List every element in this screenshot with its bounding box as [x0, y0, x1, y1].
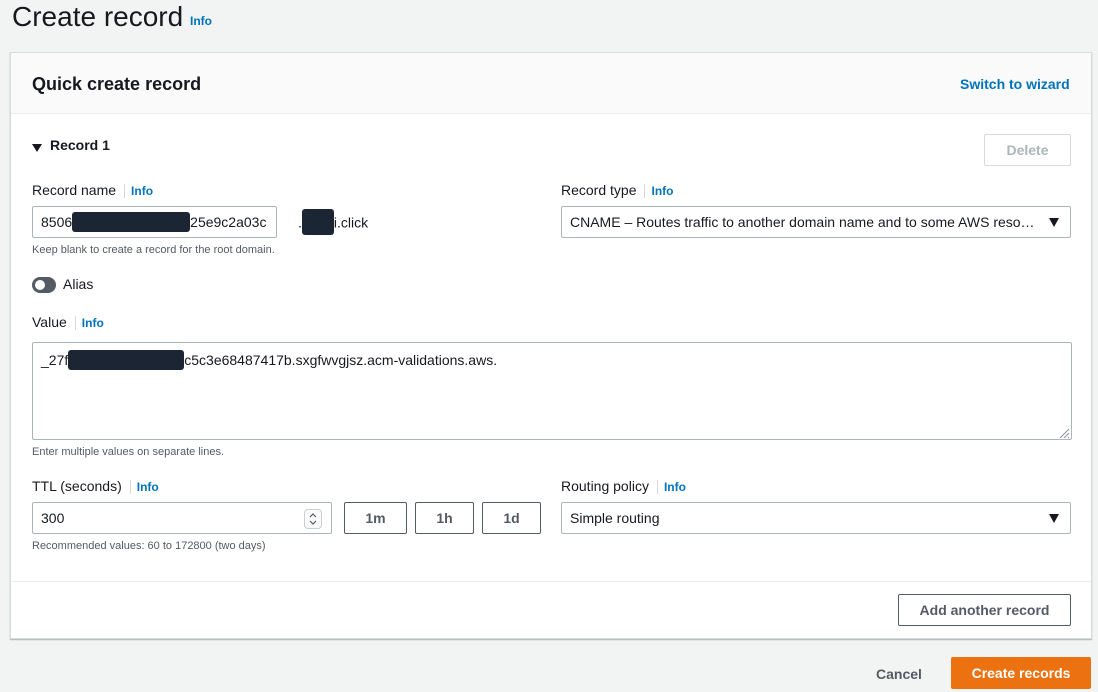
alias-toggle[interactable]	[32, 277, 56, 293]
record-name-label: Record name Info	[32, 182, 153, 199]
delete-button[interactable]: Delete	[984, 134, 1071, 166]
add-another-record-button[interactable]: Add another record	[898, 594, 1071, 626]
quick-create-card: Quick create record Switch to wizard Rec…	[10, 52, 1092, 639]
ttl-hint: Recommended values: 60 to 172800 (two da…	[32, 540, 266, 552]
ttl-preset-1m-button[interactable]: 1m	[344, 502, 407, 534]
record-domain-suffix: . i.click	[298, 209, 369, 235]
record-name-input[interactable]: 8506 25e9c2a03c	[32, 206, 277, 238]
redaction-block	[301, 209, 334, 235]
ttl-preset-1d-button[interactable]: 1d	[482, 502, 541, 534]
value-textarea[interactable]: _27f c5c3e68487417b.sxgfwvgjsz.acm-valida…	[32, 342, 1072, 440]
record-section-label[interactable]: Record 1	[50, 137, 110, 153]
card-divider	[11, 581, 1091, 582]
redaction-block	[68, 349, 185, 370]
value-label-text: Value	[32, 314, 67, 330]
redaction-block	[72, 212, 191, 233]
section-caret-icon[interactable]	[32, 140, 44, 152]
value-text-end: c5c3e68487417b.sxgfwvgjsz.acm-validation…	[184, 352, 498, 368]
domain-suffix: i.click	[333, 214, 369, 231]
ttl-stepper-icon[interactable]	[304, 509, 322, 529]
record-name-label-text: Record name	[32, 182, 117, 198]
textarea-resize-handle-icon[interactable]	[1058, 426, 1070, 444]
switch-to-wizard-link[interactable]: Switch to wizard	[960, 76, 1070, 92]
record-type-select[interactable]: CNAME – Routes traffic to another domain…	[561, 206, 1071, 238]
card-title: Quick create record	[32, 74, 202, 94]
ttl-input[interactable]: 300	[32, 502, 332, 534]
value-hint: Enter multiple values on separate lines.	[32, 446, 224, 458]
create-records-button[interactable]: Create records	[951, 657, 1091, 689]
value-text-start: _27f	[41, 352, 69, 368]
ttl-label: TTL (seconds) Info	[32, 478, 159, 495]
ttl-preset-1h-button[interactable]: 1h	[415, 502, 474, 534]
routing-policy-info-link[interactable]: Info	[664, 480, 686, 494]
cancel-button[interactable]: Cancel	[876, 666, 922, 682]
page-title: Create record	[12, 1, 184, 32]
record-type-label-text: Record type	[561, 182, 637, 198]
alias-label: Alias	[63, 276, 94, 292]
routing-policy-label: Routing policy Info	[561, 478, 686, 495]
record-type-info-link[interactable]: Info	[651, 184, 673, 198]
record-name-hint: Keep blank to create a record for the ro…	[32, 244, 275, 256]
value-info-link[interactable]: Info	[82, 316, 104, 330]
record-type-caret-icon	[1049, 218, 1059, 227]
ttl-info-link[interactable]: Info	[137, 480, 159, 494]
record-type-label: Record type Info	[561, 182, 673, 199]
record-type-selected: CNAME – Routes traffic to another domain…	[570, 214, 1035, 230]
page-info-link[interactable]: Info	[190, 14, 212, 28]
routing-policy-caret-icon	[1049, 514, 1059, 523]
record-name-value-end: 25e9c2a03c	[190, 214, 267, 230]
alias-toggle-knob	[35, 280, 45, 290]
record-name-value-start: 8506	[41, 214, 73, 230]
card-header: Quick create record Switch to wizard	[11, 53, 1091, 114]
value-label: Value Info	[32, 314, 104, 331]
record-name-info-link[interactable]: Info	[131, 184, 153, 198]
ttl-value: 300	[41, 510, 65, 526]
routing-policy-select[interactable]: Simple routing	[561, 502, 1071, 534]
routing-policy-label-text: Routing policy	[561, 478, 649, 494]
ttl-label-text: TTL (seconds)	[32, 478, 122, 494]
routing-policy-selected: Simple routing	[570, 510, 660, 526]
